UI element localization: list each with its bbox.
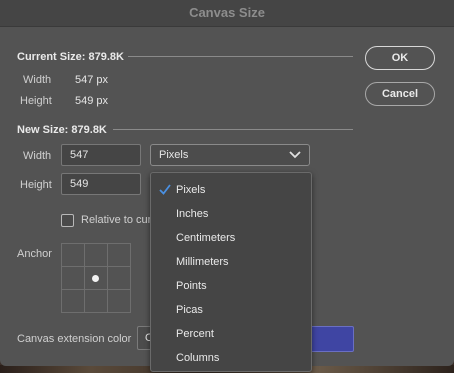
anchor-label: Anchor: [17, 248, 52, 260]
menu-item-label: Columns: [176, 352, 220, 364]
menu-item-pixels[interactable]: Pixels: [151, 179, 309, 203]
menu-item-label: Picas: [176, 304, 203, 316]
menu-item-label: Millimeters: [176, 256, 229, 268]
menu-item-label: Pixels: [176, 184, 206, 196]
menu-item-label: Points: [176, 280, 207, 292]
menu-item-label: Inches: [176, 208, 209, 220]
ok-button[interactable]: OK: [365, 46, 435, 70]
menu-item-label: Percent: [176, 328, 214, 340]
new-size-divider: [113, 129, 353, 130]
menu-item-columns[interactable]: Columns: [151, 347, 309, 371]
menu-item-inches[interactable]: Inches: [151, 203, 309, 227]
checkmark-icon: [159, 184, 171, 195]
dialog-titlebar: Canvas Size: [0, 0, 454, 27]
new-width-label: Width: [23, 150, 52, 162]
unit-select-value: Pixels: [159, 149, 189, 161]
menu-item-centimeters[interactable]: Centimeters: [151, 227, 309, 251]
menu-item-millimeters[interactable]: Millimeters: [151, 251, 309, 275]
anchor-grid-line: [107, 244, 108, 312]
extension-color-select[interactable]: O: [137, 326, 151, 350]
extension-color-label: Canvas extension color: [17, 333, 132, 345]
current-size-heading: Current Size: 879.8K: [17, 51, 124, 63]
relative-checkbox[interactable]: [61, 214, 74, 227]
menu-item-points[interactable]: Points: [151, 275, 309, 299]
current-size-divider: [128, 56, 353, 57]
unit-select[interactable]: Pixels: [150, 144, 310, 166]
new-height-label: Height: [20, 179, 52, 191]
current-height-label: Height: [20, 95, 52, 107]
new-size-heading: New Size: 879.8K: [17, 124, 107, 136]
current-width-value: 547 px: [75, 74, 109, 86]
menu-item-percent[interactable]: Percent: [151, 323, 309, 347]
menu-item-picas[interactable]: Picas: [151, 299, 309, 323]
height-input[interactable]: 549: [61, 173, 141, 195]
anchor-grid-line: [84, 244, 85, 312]
current-height-value: 549 px: [75, 95, 109, 107]
unit-dropdown-menu: Pixels Inches Centimeters Millimeters Po…: [150, 172, 312, 372]
chevron-down-icon: [289, 151, 301, 159]
current-width-label: Width: [23, 74, 52, 86]
cancel-button[interactable]: Cancel: [365, 82, 435, 106]
anchor-center-dot: [92, 275, 99, 282]
menu-item-label: Centimeters: [176, 232, 236, 244]
width-input[interactable]: 547: [61, 144, 141, 166]
dialog-title: Canvas Size: [189, 5, 265, 20]
anchor-grid-line: [62, 266, 130, 267]
relative-label: Relative to cur: [81, 214, 152, 226]
anchor-grid-line: [62, 289, 130, 290]
